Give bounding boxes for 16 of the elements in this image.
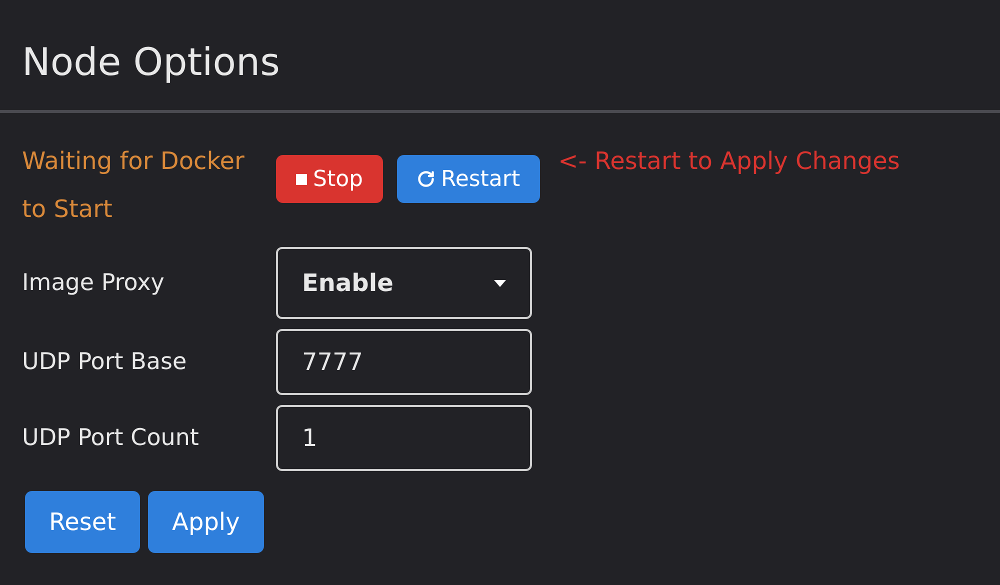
input-field[interactable]: 1 <box>276 405 532 471</box>
status-text: Waiting for Docker to Start <box>22 146 246 225</box>
field-label: UDP Port Count <box>22 424 200 453</box>
stop-icon <box>296 174 307 184</box>
field-label: Image Proxy <box>22 268 166 298</box>
select-field[interactable]: Enable <box>276 247 532 319</box>
reset-button[interactable]: Reset <box>25 491 140 553</box>
apply-button[interactable]: Apply <box>148 491 264 553</box>
panel-title: Node Options <box>22 39 280 86</box>
stop-button[interactable]: Stop <box>276 155 384 203</box>
input-field[interactable]: 7777 <box>276 329 532 395</box>
restart-icon <box>417 170 436 188</box>
caret-icon <box>494 280 506 286</box>
restart-button[interactable]: Restart <box>397 155 540 203</box>
field-label: UDP Port Base <box>22 348 188 377</box>
hint-text: <- Restart to Apply Changes <box>558 146 900 177</box>
